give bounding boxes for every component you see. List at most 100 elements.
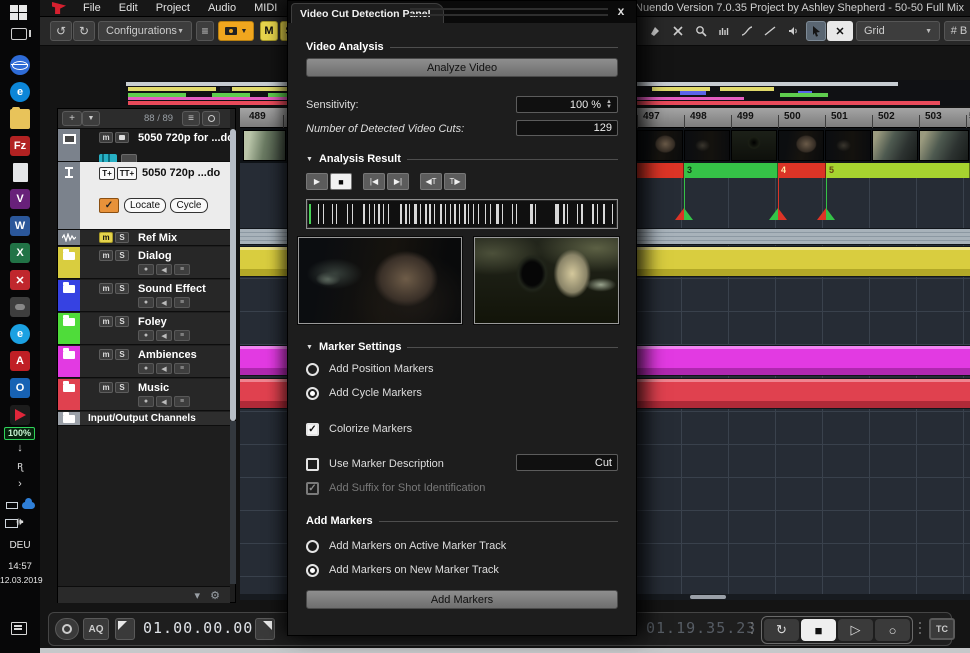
track-row-marker-selected[interactable]: T+ TT+ 5050 720p ...do ✓ Locate Cycle (58, 162, 230, 230)
nuendo-app-icon[interactable] (10, 405, 30, 425)
menu-item-audio[interactable]: Audio (199, 0, 245, 17)
monitor-button[interactable]: ◀ (156, 396, 172, 407)
track-row-io-channels[interactable]: Input/Output Channels (58, 412, 230, 426)
edge-icon[interactable]: e (10, 82, 30, 102)
radio-markers-new-track[interactable]: Add Markers on New Marker Track (306, 562, 499, 578)
date[interactable]: 12.03.2019 (0, 575, 43, 585)
mute-button[interactable]: m (99, 250, 113, 261)
timeline-video-thumbnail[interactable] (731, 130, 777, 161)
track-row-music[interactable]: m S Music ● ◀ ≡ (58, 379, 230, 411)
go-next-button[interactable]: ▶| (387, 173, 409, 190)
notepad-icon[interactable] (12, 163, 28, 182)
onedrive-icon[interactable] (22, 498, 35, 509)
file-explorer-icon[interactable] (10, 107, 30, 129)
checkbox-colorize-markers[interactable]: ✓ Colorize Markers (306, 421, 412, 437)
mute-button[interactable]: m (99, 382, 113, 393)
mute-button[interactable]: m (99, 349, 113, 360)
track-filter-button[interactable]: ≡ (182, 111, 200, 126)
undo-button[interactable]: ↺ (50, 21, 72, 41)
marker-flag[interactable] (826, 208, 835, 220)
menu-item-edit[interactable]: Edit (110, 0, 147, 17)
record-enable-button[interactable]: ● (138, 363, 154, 374)
timeline-video-thumbnail[interactable] (243, 130, 286, 161)
global-mute-button[interactable]: M (260, 21, 278, 41)
marker-settings-header[interactable]: ▼ Marker Settings (306, 341, 618, 353)
outlook-icon[interactable]: O (10, 378, 30, 398)
cycle-button[interactable]: ↻ (764, 619, 799, 641)
timecode-button[interactable]: TC (929, 618, 955, 640)
object-selection-tool[interactable] (806, 21, 826, 41)
configurations-dropdown[interactable]: Configurations ▼ (98, 21, 192, 41)
spinner-icon[interactable]: ▲ ▼ (606, 99, 612, 110)
dialog-titlebar[interactable]: Video Cut Detection Panel x (288, 1, 636, 23)
analyze-video-button[interactable]: Analyze Video (306, 58, 618, 77)
solo-button[interactable]: S (115, 316, 129, 327)
track-row-ref-mix[interactable]: m S Ref Mix (58, 230, 230, 246)
metronome-button[interactable] (55, 618, 79, 640)
chevron-up-icon[interactable]: › (0, 478, 40, 490)
excel-icon[interactable]: X (10, 243, 30, 263)
search-icon[interactable] (202, 111, 220, 126)
task-view-icon[interactable] (11, 28, 31, 40)
monitor-button[interactable]: ◀ (156, 330, 172, 341)
punch-in-icon[interactable] (115, 618, 135, 640)
edit-channel-button[interactable]: ≡ (174, 363, 190, 374)
marker-flag[interactable] (684, 208, 693, 220)
menu-item-file[interactable]: File (74, 0, 110, 17)
add-track-button[interactable]: + (62, 111, 82, 126)
bar-grid-button[interactable]: # B (944, 21, 970, 41)
previous-cut-button[interactable]: ◀T (420, 173, 442, 190)
track-presets-dropdown[interactable]: ▼ (82, 111, 100, 126)
tray-device-icon[interactable] (6, 502, 18, 509)
record-button[interactable]: ○ (875, 619, 910, 641)
grid-type-dropdown[interactable]: Grid ▼ (856, 21, 940, 41)
secondary-time-display[interactable]: 01.19.35.23 (646, 619, 756, 637)
monitor-button[interactable]: ◀ (156, 363, 172, 374)
cycle-marker[interactable] (630, 163, 684, 178)
aq-button[interactable]: AQ (83, 618, 109, 640)
fade-tool[interactable] (737, 21, 757, 41)
menu-item-project[interactable]: Project (147, 0, 199, 17)
track-row-dialog[interactable]: m S Dialog ● ◀ ≡ (58, 247, 230, 279)
timeline-video-thumbnail[interactable] (637, 130, 683, 161)
action-center-icon[interactable] (11, 622, 27, 635)
mute-button[interactable]: m (99, 232, 113, 243)
edit-channel-button[interactable]: ≡ (174, 330, 190, 341)
word-icon[interactable]: W (10, 216, 30, 236)
monitor-button[interactable]: ◀ (156, 297, 172, 308)
cycle-button[interactable]: Cycle (170, 198, 208, 213)
marker-flag[interactable] (769, 208, 778, 220)
video-follow-button[interactable]: ▼ (218, 21, 254, 41)
track-list-scrollbar[interactable] (230, 129, 236, 421)
edit-channel-button[interactable]: ≡ (174, 264, 190, 275)
radio-add-cycle-markers[interactable]: Add Cycle Markers (306, 385, 422, 401)
play-button[interactable]: ▷ (838, 619, 873, 641)
mute-button[interactable]: m (99, 132, 113, 143)
active-marker-track-checkbox[interactable]: ✓ (99, 198, 119, 213)
solo-button[interactable]: S (115, 232, 129, 243)
go-previous-button[interactable]: |◀ (363, 173, 385, 190)
mute-button[interactable]: m (99, 283, 113, 294)
solo-button[interactable]: S (115, 382, 129, 393)
edit-channel-button[interactable]: ≡ (174, 297, 190, 308)
gear-icon[interactable]: ⚙ (210, 589, 220, 602)
add-markers-button[interactable]: Add Markers (306, 590, 618, 609)
sensitivity-field[interactable]: 100 % ▲ ▼ (516, 96, 618, 113)
stop-button[interactable]: ■ (801, 619, 836, 641)
solo-button[interactable]: S (115, 283, 129, 294)
timeline-video-thumbnail[interactable] (684, 130, 730, 161)
add-cycle-marker-button[interactable]: TT+ (117, 167, 137, 180)
mute-button[interactable]: m (99, 316, 113, 327)
marker-flag[interactable] (817, 208, 826, 220)
primary-time-display[interactable]: 01.00.00.00 (143, 619, 253, 637)
track-row-video[interactable]: m 5050 720p for ...do (58, 129, 234, 164)
line-tool[interactable] (760, 21, 780, 41)
redo-button[interactable]: ↻ (73, 21, 95, 41)
collapse-icon[interactable]: ▾ (194, 589, 200, 602)
speaker-tool[interactable] (783, 21, 803, 41)
hide-icons-arrow-icon[interactable]: ↓ (0, 442, 40, 454)
checkbox-use-marker-description[interactable]: Use Marker Description (306, 456, 444, 472)
close-app-icon[interactable]: ✕ (10, 270, 30, 290)
game-controller-icon[interactable] (10, 297, 30, 317)
timeline-video-thumbnail[interactable] (919, 130, 969, 161)
